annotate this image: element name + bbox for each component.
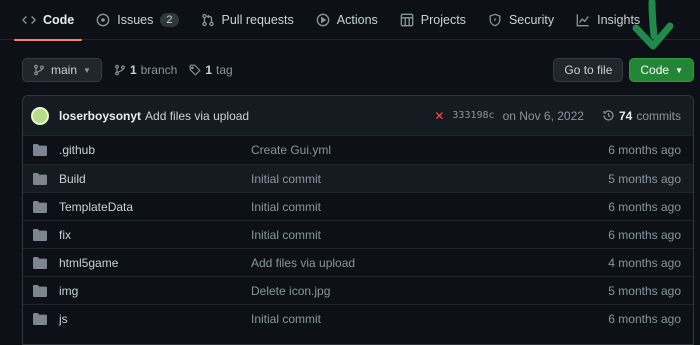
branch-icon — [34, 64, 44, 76]
file-name-link[interactable]: html5game — [59, 256, 251, 270]
code-button[interactable]: Code ▼ — [629, 58, 694, 82]
table-row[interactable]: .github Create Gui.yml 6 months ago — [23, 136, 693, 164]
issues-count-badge: 2 — [160, 12, 179, 27]
commit-count-label: commits — [636, 108, 681, 123]
tab-actions-label: Actions — [336, 12, 378, 27]
table-row[interactable]: img Delete icon.jpg 5 months ago — [23, 276, 693, 304]
file-commit-age: 5 months ago — [608, 283, 681, 298]
branch-icon — [115, 64, 125, 76]
tab-security-label: Security — [508, 12, 555, 27]
file-commit-age: 6 months ago — [608, 199, 681, 214]
folder-icon — [33, 200, 47, 213]
tab-actions[interactable]: Actions — [308, 0, 386, 40]
tab-projects-label: Projects — [420, 12, 466, 27]
avatar[interactable] — [31, 106, 49, 125]
folder-icon — [33, 228, 47, 241]
annotation-arrow-icon — [632, 0, 674, 50]
go-to-file-button[interactable]: Go to file — [553, 58, 624, 82]
file-commit-age: 6 months ago — [608, 143, 681, 157]
folder-icon — [33, 256, 47, 269]
tag-icon — [189, 64, 201, 76]
table-row[interactable]: TemplateData Initial commit 6 months ago — [23, 192, 693, 220]
table-icon — [400, 13, 414, 26]
folder-icon — [33, 144, 47, 156]
commit-author[interactable]: loserboysonyt — [59, 109, 141, 123]
file-commit-message-link[interactable]: Initial commit — [251, 172, 608, 186]
branch-select-button[interactable]: main ▼ — [22, 58, 102, 82]
tab-security[interactable]: Security — [480, 0, 562, 40]
pull-request-icon — [201, 13, 214, 26]
branch-label: branch — [140, 63, 178, 77]
tab-projects[interactable]: Projects — [392, 0, 474, 40]
table-row[interactable]: js Initial commit 6 months ago — [23, 304, 693, 332]
table-row[interactable]: html5game Add files via upload 4 months ag… — [23, 248, 693, 276]
file-commit-message-link[interactable]: Initial commit — [251, 228, 608, 242]
file-name-link[interactable]: .github — [59, 143, 251, 157]
shield-icon — [489, 13, 501, 26]
tab-issues-label: Issues — [117, 12, 154, 27]
tags-link[interactable]: 1 tag — [189, 63, 233, 77]
table-row[interactable]: Build Initial commit 5 months ago — [23, 164, 693, 192]
file-name-link[interactable]: TemplateData — [59, 200, 251, 214]
file-commit-age: 6 months ago — [608, 311, 681, 326]
commits-history-link[interactable]: 74 commits — [602, 109, 681, 123]
code-button-label: Code — [640, 63, 670, 77]
code-icon — [22, 15, 36, 24]
commit-count: 74 — [618, 108, 633, 123]
commit-sha[interactable]: 333198c — [452, 110, 494, 121]
toolbar-actions: Go to file Code ▼ — [553, 58, 694, 82]
commit-date: on Nov 6, 2022 — [502, 108, 584, 123]
play-icon — [316, 13, 330, 26]
tag-count: 1 — [205, 63, 213, 77]
file-commit-age: 6 months ago — [608, 227, 681, 242]
folder-icon — [33, 172, 47, 185]
chevron-down-icon: ▼ — [83, 65, 91, 75]
graph-icon — [576, 13, 589, 26]
tab-issues[interactable]: Issues 2 — [88, 0, 186, 40]
repo-tab-bar: Code Issues 2 Pull requests Actions Proj… — [0, 0, 700, 41]
file-commit-age: 5 months ago — [608, 171, 681, 186]
file-commit-message-link[interactable]: Delete icon.jpg — [251, 284, 608, 298]
branch-name: main — [51, 63, 78, 77]
history-icon — [603, 110, 614, 121]
chevron-down-icon: ▼ — [675, 65, 683, 75]
repo-toolbar: main ▼ 1 branch 1 tag Go to file Code ▼ — [22, 58, 694, 82]
tab-code-label: Code — [43, 12, 75, 27]
tag-label: tag — [216, 63, 233, 77]
file-commit-message-link[interactable]: Initial commit — [251, 312, 608, 326]
file-commit-message-link[interactable]: Add files via upload — [251, 256, 608, 270]
file-list: .github Create Gui.yml 6 months ago Build In… — [23, 136, 693, 332]
file-commit-message-link[interactable]: Create Gui.yml — [251, 143, 608, 157]
branches-link[interactable]: 1 branch — [114, 63, 177, 77]
folder-icon — [33, 312, 47, 325]
file-name-link[interactable]: img — [59, 284, 251, 298]
file-commit-message-link[interactable]: Initial commit — [251, 200, 608, 214]
commit-message[interactable]: Add files via upload — [145, 109, 249, 123]
commit-meta: ✕ 333198c on Nov 6, 2022 74 commits — [434, 109, 681, 123]
status-fail-icon[interactable]: ✕ — [434, 109, 444, 123]
latest-commit-bar: loserboysonyt Add files via upload ✕ 333… — [23, 96, 693, 136]
tab-pull-requests[interactable]: Pull requests — [193, 0, 302, 40]
file-name-link[interactable]: Build — [59, 172, 251, 186]
tab-code[interactable]: Code — [14, 0, 83, 41]
file-commit-age: 4 months ago — [608, 255, 681, 270]
file-name-link[interactable]: fix — [59, 228, 251, 242]
table-row[interactable]: fix Initial commit 6 months ago — [23, 220, 693, 248]
folder-icon — [33, 284, 47, 297]
file-name-link[interactable]: js — [59, 312, 251, 326]
file-browser: loserboysonyt Add files via upload ✕ 333… — [22, 95, 694, 345]
issue-icon — [96, 13, 110, 26]
tab-pull-requests-label: Pull requests — [221, 12, 294, 27]
branch-count: 1 — [129, 63, 137, 77]
